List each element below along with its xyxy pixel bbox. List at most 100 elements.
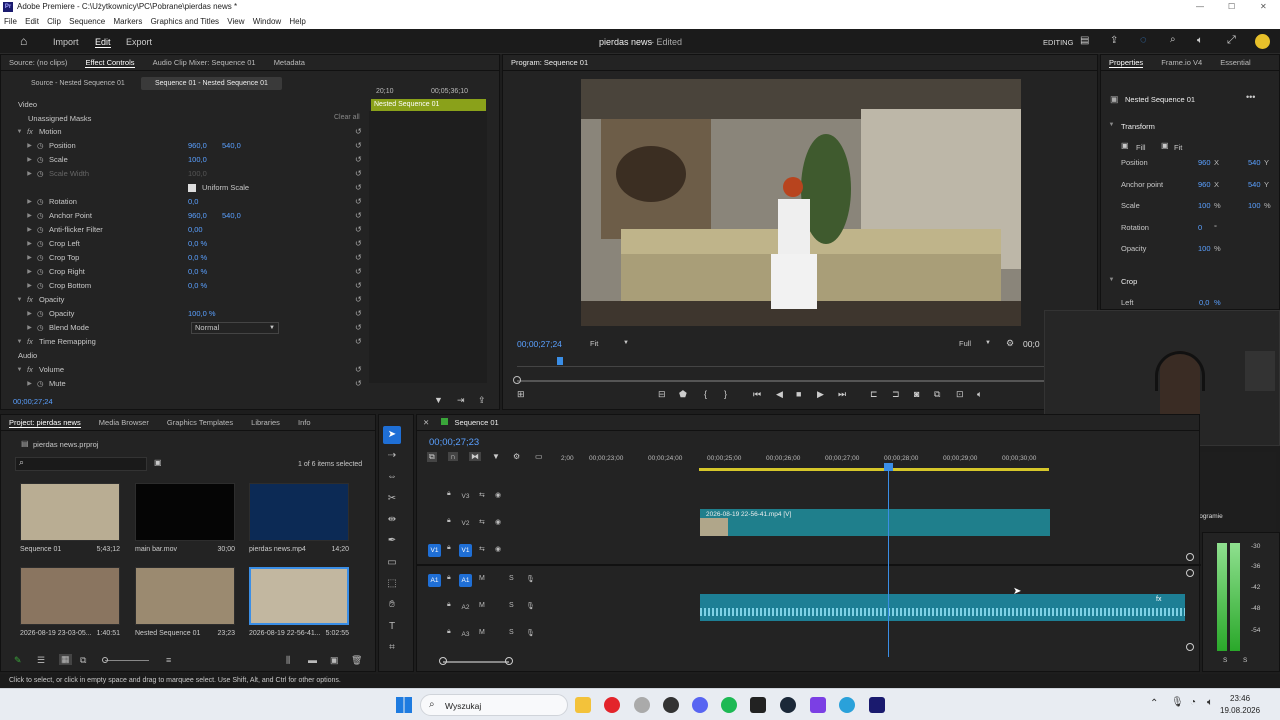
home-icon[interactable]: ⌂ [20, 34, 27, 48]
search-icon[interactable]: ⌕ [1170, 34, 1176, 45]
project-item-thumbnail[interactable] [135, 483, 235, 541]
track-header[interactable]: A1 🔒︎ A1 M S 🎙︎ [417, 567, 557, 593]
go-to-out-icon[interactable]: ⏭ [838, 389, 846, 400]
steam-icon[interactable] [780, 697, 796, 713]
effect-value-1[interactable]: 100,0 [188, 153, 207, 167]
track-name[interactable]: V2 [459, 517, 472, 530]
tab-essential[interactable]: Essential [1220, 58, 1250, 67]
video-clip[interactable]: 2026-08-19 22-56-41.mp4 [V] [700, 509, 1050, 536]
work-area-bar[interactable] [699, 468, 1049, 471]
crop-heading[interactable]: Crop [1121, 277, 1137, 286]
fit-dropdown[interactable]: Fit ▼ [587, 337, 632, 350]
tab-sequence[interactable]: Sequence 01 [454, 418, 498, 427]
fullscreen-icon[interactable]: ⤢ [1227, 34, 1236, 47]
chevron-right-icon[interactable]: ▶ [25, 307, 34, 321]
reset-icon[interactable]: ↺ [355, 237, 362, 251]
reset-icon[interactable]: ↺ [355, 293, 362, 307]
effect-value-1[interactable]: 0,0 % [188, 251, 207, 265]
more-options-icon[interactable]: ••• [1246, 92, 1255, 102]
play-audio-icon[interactable]: ⇥ [457, 395, 465, 406]
nav-import[interactable]: Import [53, 37, 79, 47]
fit-icon[interactable]: ▣ [1161, 141, 1169, 150]
lock-icon[interactable]: 🔒︎ [447, 490, 451, 498]
chevron-right-icon[interactable]: ▶ [25, 167, 34, 181]
tray-chevron-icon[interactable]: ⌃ [1150, 698, 1158, 709]
nav-edit[interactable]: Edit [95, 37, 111, 48]
menu-window[interactable]: Window [253, 17, 281, 26]
effect-value-1[interactable]: 0,0 % [188, 265, 207, 279]
timeline-scrollbar[interactable] [443, 661, 509, 663]
track-name[interactable]: V3 [459, 490, 472, 503]
stopwatch-icon[interactable]: ◷ [37, 237, 44, 251]
crop-left-value[interactable]: 0,0 [1199, 298, 1209, 307]
source-patch[interactable]: V1 [428, 544, 441, 557]
track-header[interactable]: 🔒︎ A2 M S 🎙︎ [417, 594, 557, 620]
list-view-icon[interactable]: ☰ [37, 655, 45, 666]
reset-icon[interactable]: ↺ [355, 223, 362, 237]
close-tab-icon[interactable]: ✕ [423, 418, 429, 427]
property-value-1[interactable]: 100 [1198, 244, 1211, 253]
quality-dropdown[interactable]: Full ▼ [956, 337, 994, 350]
nav-export[interactable]: Export [126, 37, 152, 47]
property-value-1[interactable]: 0 [1198, 223, 1202, 232]
tab-program[interactable]: Program: Sequence 01 [511, 58, 588, 67]
pen-icon[interactable]: ✒ [383, 532, 401, 550]
settings-icon[interactable]: ⊞ [517, 389, 525, 400]
shape-icon[interactable]: ⬚ [383, 575, 401, 593]
effect-value-1[interactable]: 100,0 [188, 167, 207, 181]
menu-edit[interactable]: Edit [25, 17, 39, 26]
sub-tab-sequence[interactable]: Sequence 01 - Nested Sequence 01 [141, 77, 282, 90]
tab-source[interactable]: Source: (no clips) [9, 58, 67, 67]
volume-icon[interactable]: 🔈︎ [1197, 35, 1203, 46]
solo-icon[interactable]: S [509, 575, 514, 582]
livestream-icon[interactable] [750, 697, 766, 713]
slip-icon[interactable]: ⇹ [383, 511, 401, 529]
effect-row[interactable]: ▶ ◷ Rotation 0,0 ↺ [1, 195, 362, 209]
chevron-right-icon[interactable]: ▶ [25, 321, 34, 335]
timeline-timecode[interactable]: 00;00;27;23 [429, 437, 479, 448]
menu-help[interactable]: Help [289, 17, 305, 26]
stopwatch-icon[interactable]: ◷ [37, 251, 44, 265]
effect-value-1[interactable]: 960,0 [188, 139, 207, 153]
captions-icon[interactable]: ▭ [535, 452, 543, 461]
lift-icon[interactable]: ⊟ [658, 389, 666, 400]
track-scroll-handle[interactable] [1186, 643, 1194, 651]
mic-icon[interactable]: 🎙︎ [526, 602, 535, 610]
chevron-down-icon[interactable]: ▼ [15, 363, 24, 377]
property-value-1[interactable]: 100 [1198, 201, 1211, 210]
eye-icon[interactable]: ◉ [495, 518, 501, 526]
reset-icon[interactable]: ↺ [355, 195, 362, 209]
taskbar-search[interactable]: ⌕ Wyszukaj [420, 694, 568, 716]
project-item-thumbnail[interactable] [135, 567, 235, 625]
tab-metadata[interactable]: Metadata [274, 58, 305, 67]
track-header[interactable]: 🔒︎ V2 ⇆ ◉ [417, 510, 557, 536]
file-explorer-icon[interactable] [575, 697, 591, 713]
mic-icon[interactable]: 🎙︎ [526, 629, 535, 637]
sync-lock-icon[interactable]: ⇆ [479, 545, 485, 553]
step-forward-icon[interactable]: ▶ [817, 389, 824, 400]
apps-icon[interactable] [810, 697, 826, 713]
uniform-scale-checkbox[interactable] [188, 184, 196, 192]
menu-clip[interactable]: Clip [47, 17, 61, 26]
go-to-in-icon[interactable]: ⏮ [753, 389, 761, 400]
hand-icon[interactable]: ✋︎ [383, 596, 401, 614]
mute-icon[interactable]: M [479, 575, 485, 582]
property-row[interactable]: Opacity 100% [1101, 244, 1280, 258]
playhead-line[interactable] [888, 463, 889, 657]
program-timecode[interactable]: 00;00;27;24 [517, 339, 562, 349]
chevron-right-icon[interactable]: ▶ [25, 139, 34, 153]
reset-icon[interactable]: ↺ [355, 139, 362, 153]
menu-markers[interactable]: Markers [113, 17, 142, 26]
reset-icon[interactable]: ↺ [355, 153, 362, 167]
menu-file[interactable]: File [4, 17, 17, 26]
mute-icon[interactable]: M [479, 602, 485, 609]
tab-properties[interactable]: Properties [1109, 58, 1144, 68]
project-item-thumbnail[interactable] [249, 567, 349, 625]
compare-icon[interactable]: ⧉ [934, 389, 940, 400]
track-name[interactable]: A1 [459, 574, 472, 587]
mute-icon[interactable]: M [479, 629, 485, 636]
transform-heading[interactable]: Transform [1121, 122, 1155, 131]
project-item-thumbnail[interactable] [20, 567, 120, 625]
effect-row[interactable]: ▶ ◷ Mute ↺ [1, 377, 362, 391]
stopwatch-icon[interactable]: ◷ [37, 167, 44, 181]
